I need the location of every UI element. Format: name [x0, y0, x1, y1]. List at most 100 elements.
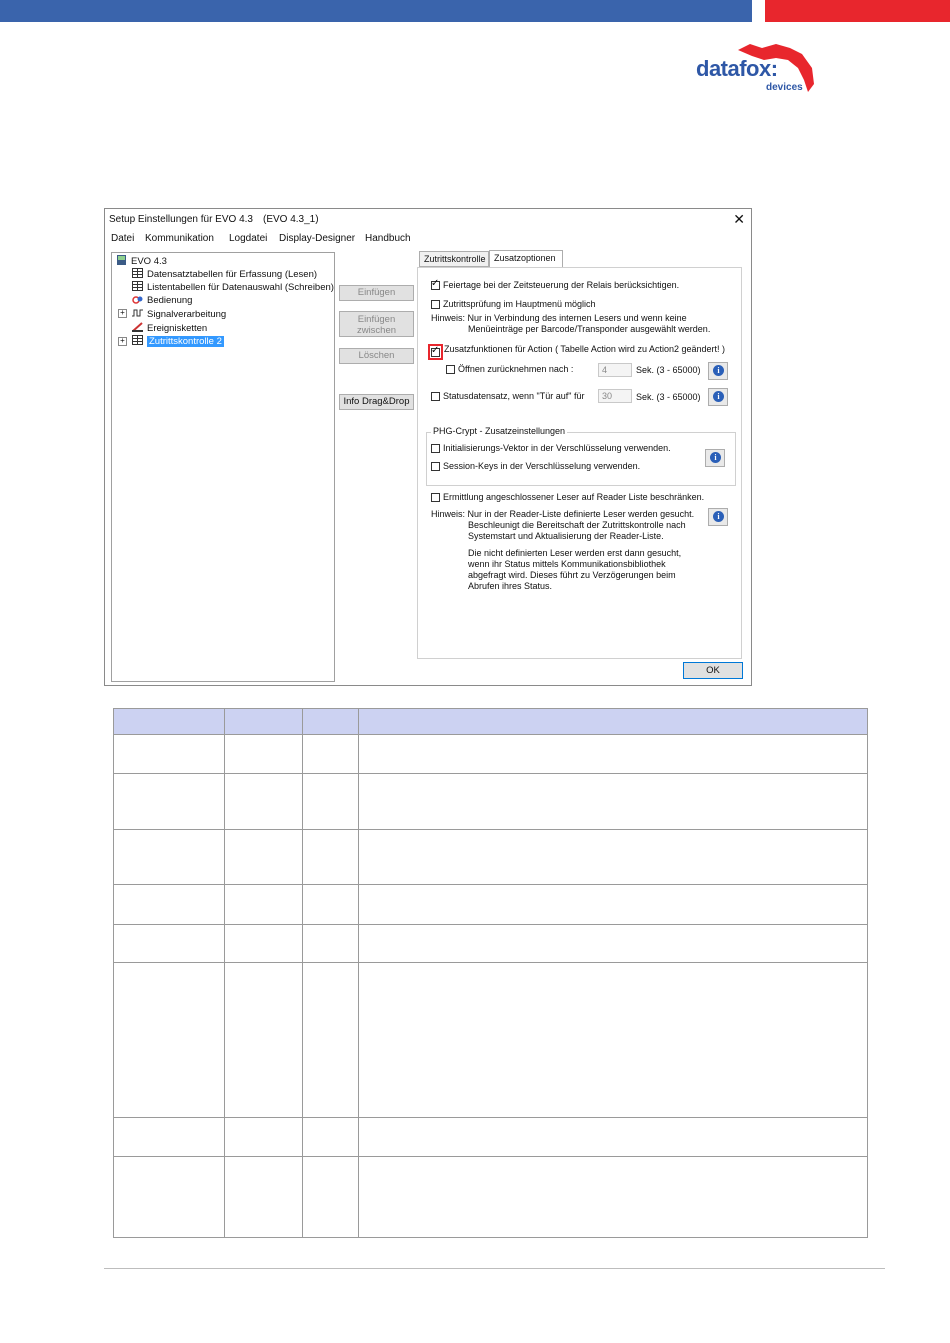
holidays-label: Feiertage bei der Zeitsteuerung der Rela…: [443, 280, 680, 290]
window-title-text: Setup Einstellungen für EVO 4.3: [109, 214, 253, 225]
table-header-row: [113, 708, 868, 735]
table-cell: [113, 773, 225, 830]
table-cell: [224, 1156, 303, 1238]
window-title: Setup Einstellungen für EVO 4.3 (EVO 4.3_…: [109, 214, 319, 225]
status-record-checkbox[interactable]: [431, 392, 440, 401]
hint-label: Hinweis:: [431, 313, 466, 323]
tree-item-label: Signalverarbeitung: [147, 309, 227, 320]
table-cell: [113, 829, 225, 885]
main-menu-option[interactable]: Zutrittsprüfung im Hauptmenü möglich: [431, 299, 596, 309]
table-row: [113, 734, 868, 774]
table-cell: [302, 829, 359, 885]
menu-handbuch[interactable]: Handbuch: [365, 233, 411, 244]
table-icon: [132, 281, 143, 291]
operation-icon: [132, 296, 143, 304]
init-vector-label: Initialisierungs-Vektor in der Verschlüs…: [443, 443, 671, 453]
tree-item-bedienung[interactable]: Bedienung: [132, 294, 192, 306]
table-icon: [132, 268, 143, 278]
tree-item-ereignisketten[interactable]: Ereignisketten: [132, 322, 207, 334]
info-icon: i: [713, 511, 724, 522]
init-vector-checkbox[interactable]: [431, 444, 440, 453]
table-cell: [358, 829, 868, 885]
session-keys-option[interactable]: Session-Keys in der Verschlüsselung verw…: [431, 461, 640, 471]
status-record-option[interactable]: Statusdatensatz, wenn "Tür auf" für: [431, 391, 584, 401]
logo-text: datafox:: [696, 56, 778, 81]
table-header-cell: [358, 708, 868, 735]
ok-button[interactable]: OK: [683, 662, 743, 679]
tree-item-signalverarbeitung[interactable]: Signalverarbeitung: [132, 308, 226, 320]
logo-subtext: devices: [766, 82, 803, 93]
holidays-checkbox[interactable]: [431, 278, 440, 290]
holidays-option[interactable]: Feiertage bei der Zeitsteuerung der Rela…: [431, 278, 680, 290]
hint-label: Hinweis:: [431, 509, 466, 519]
table-cell: [224, 962, 303, 1118]
session-keys-checkbox[interactable]: [431, 462, 440, 471]
table-cell: [224, 924, 303, 963]
tab-zutrittskontrolle[interactable]: Zutrittskontrolle: [419, 251, 489, 267]
hint-text: wenn ihr Status mittels Kommunikationsbi…: [468, 559, 666, 569]
header-blue-bar: [0, 0, 752, 22]
reader-list-option[interactable]: Ermittlung angeschlossener Leser auf Rea…: [431, 492, 704, 502]
hint-text: Nur in Verbindung des internen Lesers un…: [467, 313, 687, 323]
hint-text: Beschleunigt die Bereitschaft der Zutrit…: [468, 520, 686, 530]
table-cell: [224, 1117, 303, 1157]
tab-zusatzoptionen[interactable]: Zusatzoptionen: [489, 250, 563, 268]
info-button[interactable]: i: [705, 449, 725, 467]
table-row: [113, 924, 868, 963]
close-icon[interactable]: ✕: [733, 211, 745, 228]
info-icon: i: [713, 365, 724, 376]
action-functions-option[interactable]: Zusatzfunktionen für Action ( Tabelle Ac…: [428, 344, 725, 360]
tree-item-label: Ereignisketten: [147, 323, 208, 334]
table-cell: [113, 884, 225, 925]
table-header-cell: [113, 708, 225, 735]
expand-icon[interactable]: +: [118, 337, 127, 346]
menu-logdatei[interactable]: Logdatei: [229, 233, 267, 244]
undo-open-option[interactable]: Öffnen zurücknehmen nach :: [446, 364, 573, 374]
insert-between-button[interactable]: Einfügen zwischen: [339, 311, 414, 337]
init-vector-option[interactable]: Initialisierungs-Vektor in der Verschlüs…: [431, 443, 671, 453]
menu-display-designer[interactable]: Display-Designer: [279, 233, 355, 244]
tree-item-listentabellen[interactable]: Listentabellen für Datenauswahl (Schreib…: [132, 281, 334, 293]
table-cell: [224, 884, 303, 925]
table-cell: [302, 773, 359, 830]
insert-button[interactable]: Einfügen: [339, 285, 414, 301]
tree-item-evo[interactable]: EVO 4.3: [116, 255, 167, 267]
table-cell: [358, 962, 868, 1118]
table-row: [113, 773, 868, 830]
tree-item-datensatztabellen[interactable]: Datensatztabellen für Erfassung (Lesen): [132, 268, 317, 280]
hint-text: Nur in der Reader-Liste definierte Leser…: [467, 509, 695, 519]
phg-crypt-group: PHG-Crypt - Zusatzeinstellungen Initiali…: [426, 426, 736, 486]
info-button[interactable]: i: [708, 508, 728, 526]
table-icon: [132, 335, 143, 345]
expand-icon[interactable]: +: [118, 309, 127, 318]
table-cell: [302, 734, 359, 774]
info-button[interactable]: i: [708, 388, 728, 406]
reader-list-checkbox[interactable]: [431, 493, 440, 502]
tree-item-label: Listentabellen für Datenauswahl (Schreib…: [147, 282, 334, 293]
menu-datei[interactable]: Datei: [111, 233, 134, 244]
delete-button[interactable]: Löschen: [339, 348, 414, 364]
table-row: [113, 1156, 868, 1238]
action-functions-checkbox[interactable]: [431, 345, 440, 357]
tree-item-zutrittskontrolle[interactable]: Zutrittskontrolle 2: [132, 335, 224, 347]
undo-open-label: Öffnen zurücknehmen nach :: [458, 364, 574, 374]
hint-text: Die nicht definierten Leser werden erst …: [468, 548, 682, 558]
table-row: [113, 1117, 868, 1157]
main-menu-checkbox[interactable]: [431, 300, 440, 309]
status-seconds-input[interactable]: 30: [598, 389, 632, 403]
menu-kommunikation[interactable]: Kommunikation: [145, 233, 214, 244]
undo-open-seconds-input[interactable]: 4: [598, 363, 632, 377]
tree-item-label: Bedienung: [147, 295, 193, 306]
action-functions-label: Zusatzfunktionen für Action ( Tabelle Ac…: [444, 344, 725, 354]
info-button[interactable]: i: [708, 362, 728, 380]
info-drag-drop-button[interactable]: Info Drag&Drop: [339, 394, 414, 410]
undo-open-checkbox[interactable]: [446, 365, 455, 374]
table-row: [113, 962, 868, 1118]
table-cell: [302, 1117, 359, 1157]
table-cell: [302, 1156, 359, 1238]
status-range: Sek. (3 - 65000): [636, 392, 701, 402]
hint-text: Abrufen ihres Status.: [468, 581, 553, 591]
table-cell: [358, 924, 868, 963]
main-menu-label: Zutrittsprüfung im Hauptmenü möglich: [443, 299, 596, 309]
insert-between-label-1: Einfügen: [357, 314, 396, 325]
